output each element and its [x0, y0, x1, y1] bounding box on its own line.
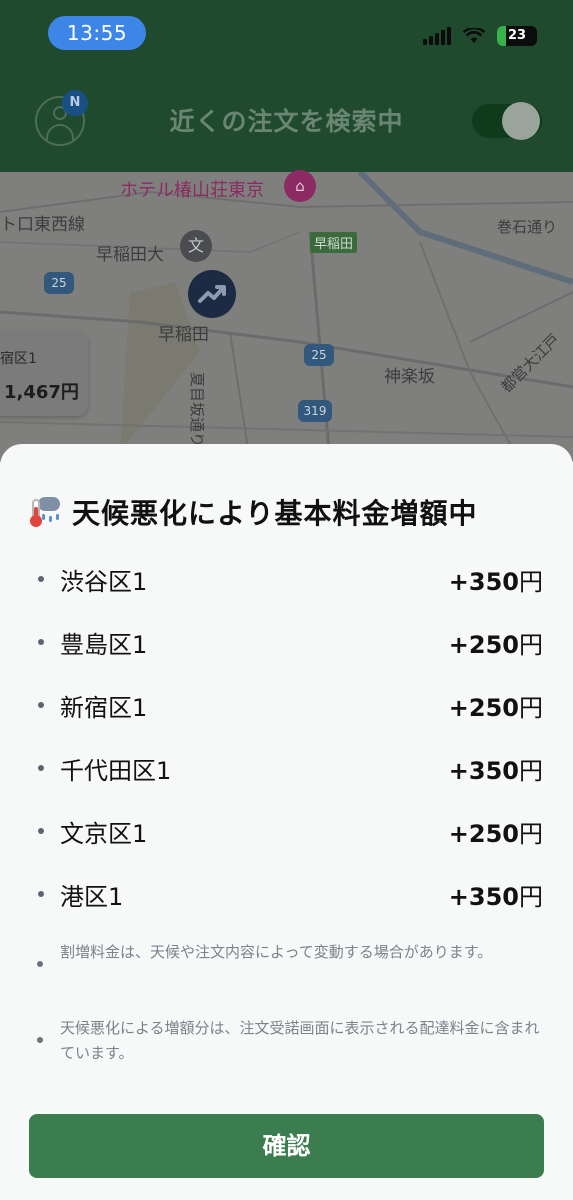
cellular-signal-icon — [423, 27, 451, 45]
bullet-icon — [38, 576, 44, 582]
map-label-kagurazaka: 神楽坂 — [384, 367, 435, 387]
hotel-marker-icon[interactable]: ⌂ — [284, 170, 316, 202]
school-marker-icon[interactable]: 文 — [180, 230, 212, 262]
surcharge-area: 文京区1 — [60, 820, 148, 848]
app-header: 13:55 23 N 近くの注文を検索中 — [0, 0, 573, 172]
map-label-hotel: ホテル椿山荘東京 — [120, 180, 264, 201]
map-label-waseda: 早稲田 — [158, 325, 209, 345]
surcharge-amount: +250円 — [448, 631, 543, 659]
surcharge-amount: +350円 — [448, 568, 543, 596]
surcharge-row: 豊島区1 +250円 — [0, 611, 573, 674]
bad-weather-icon — [28, 495, 62, 529]
status-icons: 23 — [423, 24, 537, 48]
price-card-amount: 1,467円 — [4, 382, 79, 403]
map-label-makiishi: 巻石通り — [497, 218, 558, 236]
surge-trend-icon[interactable] — [188, 270, 236, 318]
bullet-icon — [38, 639, 44, 645]
surcharge-row: 渋谷区1 +350円 — [0, 548, 573, 611]
sheet-header: 天候悪化により基本料金増額中 — [28, 492, 477, 532]
surcharge-area: 港区1 — [60, 883, 124, 911]
surcharge-area: 豊島区1 — [60, 631, 148, 659]
search-toggle[interactable] — [472, 102, 542, 140]
surcharge-note: 割増料金は、天候や注文内容によって変動する場合があります。 — [60, 943, 493, 961]
surcharge-area: 渋谷区1 — [60, 568, 148, 596]
map-label-line: ト口東西線 — [0, 215, 85, 235]
surcharge-area: 千代田区1 — [60, 757, 172, 785]
sheet-title: 天候悪化により基本料金増額中 — [72, 497, 478, 530]
surcharge-row: 新宿区1 +250円 — [0, 674, 573, 737]
map-station-waseda: 早稲田 — [310, 232, 358, 253]
map-label-natsume: 夏目坂通り — [188, 372, 206, 448]
map-label-wasedadai: 早稲田大 — [96, 245, 164, 265]
map-roads — [0, 172, 573, 462]
battery-icon: 23 — [497, 26, 537, 46]
surcharge-amount: +250円 — [448, 694, 543, 722]
bullet-icon — [37, 1037, 43, 1043]
surcharge-amount: +250円 — [448, 820, 543, 848]
route-shield: 25 — [304, 344, 334, 366]
price-card-area: 宿区1 — [0, 351, 37, 367]
confirm-button[interactable]: 確認 — [29, 1114, 544, 1178]
surcharge-note: 天候悪化による増額分は、注文受諾画面に表示される配達料金に含まれています。 — [60, 1019, 540, 1062]
bullet-icon — [38, 891, 44, 897]
area-price-card[interactable]: 宿区1 1,467円 — [0, 330, 88, 416]
surcharge-row: 港区1 +350円 — [0, 863, 573, 926]
bullet-icon — [38, 702, 44, 708]
battery-level: 23 — [507, 28, 527, 43]
surcharge-list: 渋谷区1 +350円 豊島区1 +250円 新宿区1 +250円 千代田区1 +… — [0, 548, 573, 926]
surcharge-row: 千代田区1 +350円 — [0, 737, 573, 800]
surcharge-row: 文京区1 +250円 — [0, 800, 573, 863]
route-shield: 25 — [44, 272, 74, 294]
bullet-icon — [38, 765, 44, 771]
surcharge-amount: +350円 — [448, 883, 543, 911]
wifi-icon — [463, 28, 485, 44]
surcharge-area: 新宿区1 — [60, 694, 148, 722]
surcharge-amount: +350円 — [448, 757, 543, 785]
map-view[interactable]: ト口東西線 ホテル椿山荘東京 早稲田大 早稲田 早稲田 神楽坂 巻石通り 夏目坂… — [0, 172, 573, 462]
route-shield: 319 — [298, 400, 332, 422]
status-time: 13:55 — [48, 16, 146, 50]
bullet-icon — [37, 961, 43, 967]
bullet-icon — [38, 828, 44, 834]
